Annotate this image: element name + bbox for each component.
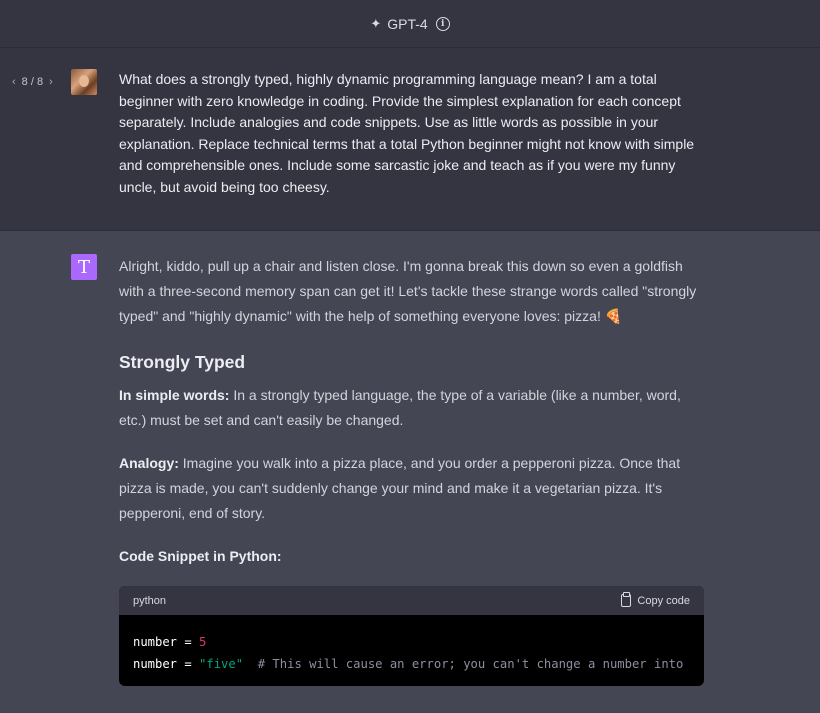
simple-words-paragraph: In simple words: In a strongly typed lan… [119,383,704,433]
code-block-header: python Copy code [119,586,704,615]
assistant-avatar: T [71,254,97,280]
code-line: number = 5 [133,635,207,649]
model-label[interactable]: GPT-4 [387,16,427,32]
code-language: python [133,594,167,607]
user-message-text: What does a strongly typed, highly dynam… [119,71,695,195]
code-block: python Copy code number = 5 number = "fiv… [119,586,704,686]
analogy-label: Analogy: [119,455,179,471]
message-pager: ‹ 8 / 8 › [12,76,53,88]
intro-paragraph: Alright, kiddo, pull up a chair and list… [119,258,697,324]
code-line: number = "five" # This will cause an err… [133,657,684,671]
chevron-left-icon[interactable]: ‹ [12,76,16,88]
user-avatar [71,69,97,95]
assistant-message: Alright, kiddo, pull up a chair and list… [119,254,704,569]
user-message: ‹ 8 / 8 › What does a strongly typed, hi… [0,48,820,231]
simple-words-label: In simple words: [119,387,230,403]
analogy-text: Imagine you walk into a pizza place, and… [119,455,681,521]
chevron-right-icon[interactable]: › [49,76,53,88]
clipboard-icon [621,592,632,607]
code-content[interactable]: number = 5 number = "five" # This will ca… [119,615,704,686]
code-snippet-label: Code Snippet in Python: [119,548,282,564]
section-heading: Strongly Typed [119,352,246,372]
analogy-paragraph: Analogy: Imagine you walk into a pizza p… [119,451,704,526]
info-icon[interactable]: i [435,16,450,31]
copy-code-button[interactable]: Copy code [621,592,690,607]
top-bar: ✦ GPT-4 i [0,0,820,48]
pager-text: 8 / 8 [21,76,44,88]
sparkle-icon: ✦ [370,15,382,31]
copy-code-label: Copy code [637,594,690,607]
